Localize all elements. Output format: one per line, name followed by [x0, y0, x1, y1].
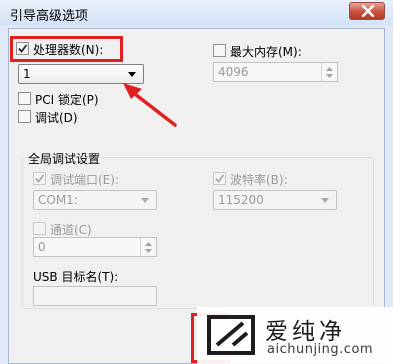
- usb-target-label: USB 目标名(T):: [33, 270, 119, 284]
- logo-icon: [207, 315, 255, 355]
- max-memory-spinner[interactable]: 4096: [213, 62, 338, 82]
- channel-value: 0: [38, 240, 46, 254]
- spin-down-icon: [326, 74, 333, 78]
- checkmark-icon: [35, 174, 45, 183]
- pci-lock-label[interactable]: PCI 锁定(P): [35, 91, 99, 108]
- max-memory-label[interactable]: 最大内存(M):: [230, 43, 302, 60]
- watermark-url: aichunjing.com: [267, 342, 374, 357]
- close-icon: [361, 5, 375, 17]
- spin-up-icon: [326, 67, 333, 71]
- channel-spinner[interactable]: 0: [33, 237, 157, 257]
- debug-checkbox[interactable]: [18, 110, 31, 123]
- spinner-buttons[interactable]: [140, 238, 156, 256]
- close-button[interactable]: [349, 2, 385, 20]
- baud-rate-value: 115200: [218, 193, 264, 207]
- debug-port-checkbox[interactable]: [33, 172, 46, 185]
- chevron-down-icon: [141, 198, 149, 203]
- debug-port-dropdown[interactable]: COM1:: [33, 190, 157, 210]
- debug-port-value: COM1:: [38, 193, 78, 207]
- max-memory-checkbox[interactable]: [213, 44, 226, 57]
- spinner-buttons[interactable]: [321, 63, 337, 81]
- checkmark-icon: [215, 174, 225, 183]
- boot-advanced-options-dialog: 引导高级选项 处理器数(N): 1 最大内存(M): 4096 PCI 锁定(P…: [0, 0, 393, 364]
- title-bar: 引导高级选项: [0, 0, 393, 26]
- highlight-box: [10, 36, 123, 62]
- channel-label[interactable]: 通道(C): [50, 221, 92, 238]
- pci-lock-checkbox[interactable]: [18, 92, 31, 105]
- spin-down-icon: [145, 249, 152, 253]
- spin-up-icon: [145, 242, 152, 246]
- debug-port-label[interactable]: 调试端口(E):: [50, 171, 119, 188]
- watermark-name: 爱纯净: [265, 319, 346, 345]
- baud-rate-dropdown[interactable]: 115200: [213, 190, 337, 210]
- window-title: 引导高级选项: [10, 9, 89, 24]
- chevron-down-icon: [321, 198, 329, 203]
- watermark: 爱纯净 aichunjing.com: [197, 307, 393, 364]
- usb-target-input[interactable]: [33, 286, 157, 306]
- baud-rate-checkbox[interactable]: [213, 172, 226, 185]
- baud-rate-label[interactable]: 波特率(B):: [230, 171, 288, 188]
- channel-checkbox[interactable]: [33, 222, 46, 235]
- processors-value: 1: [23, 67, 31, 81]
- arrow-icon: [123, 83, 177, 127]
- debug-label[interactable]: 调试(D): [35, 109, 78, 126]
- global-debug-title: 全局调试设置: [26, 150, 103, 167]
- max-memory-value: 4096: [218, 65, 249, 79]
